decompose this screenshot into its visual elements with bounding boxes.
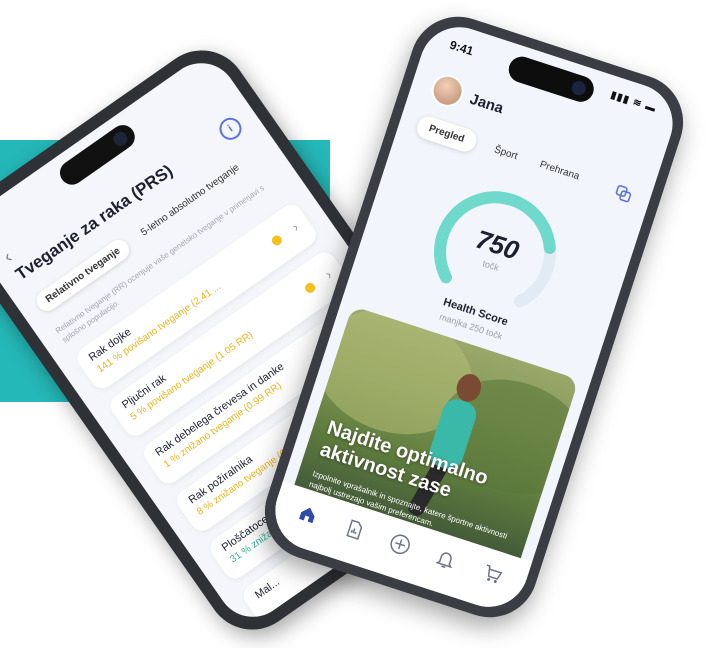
camera-icon (570, 79, 588, 98)
add-icon[interactable] (385, 529, 415, 559)
status-icons: ▮▮▮ ≋ ▬ (609, 89, 658, 115)
status-time: 9:41 (447, 37, 476, 59)
avatar[interactable] (427, 70, 468, 111)
profile[interactable]: Jana (427, 70, 507, 124)
home-icon[interactable] (293, 499, 323, 529)
bell-icon[interactable] (431, 544, 461, 574)
report-icon[interactable] (339, 514, 369, 544)
cart-icon[interactable] (477, 559, 507, 589)
tab-sport[interactable]: Šport (487, 137, 524, 169)
tab-overview[interactable]: Pregled (414, 113, 479, 155)
user-name: Jana (467, 90, 506, 117)
tab-nutrition[interactable]: Prehrana (533, 152, 587, 189)
camera-icon (110, 129, 131, 149)
